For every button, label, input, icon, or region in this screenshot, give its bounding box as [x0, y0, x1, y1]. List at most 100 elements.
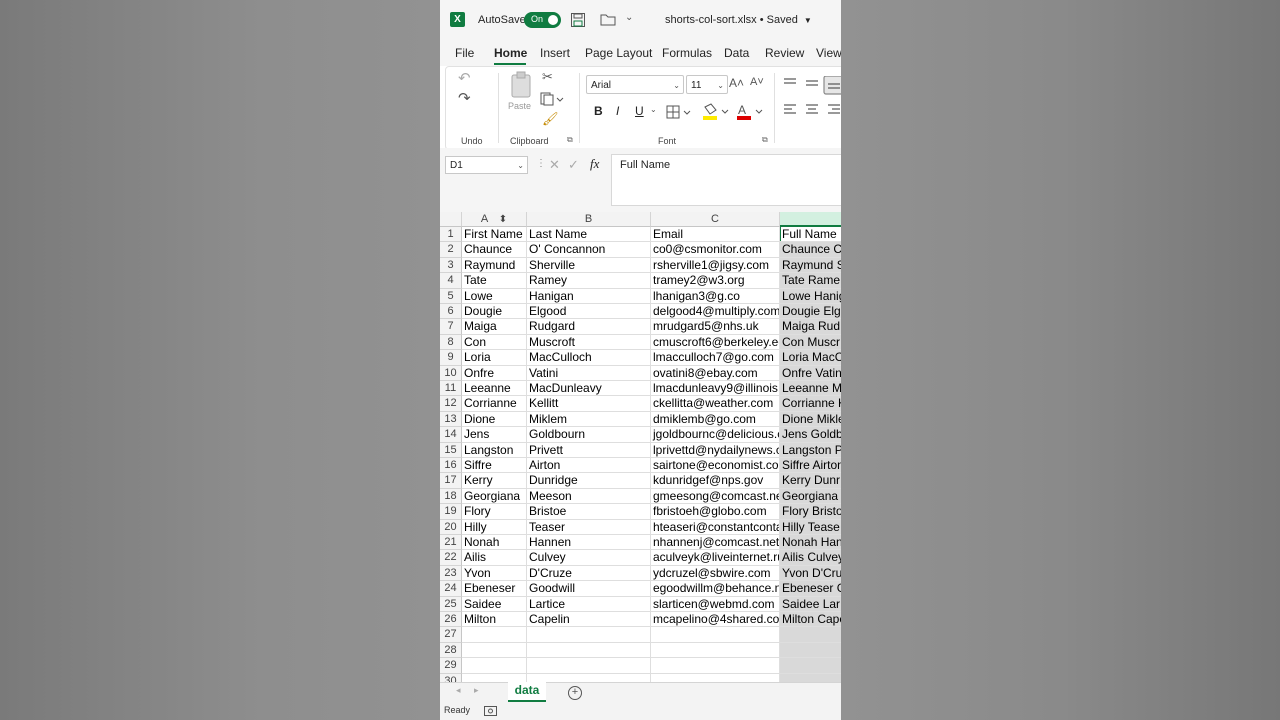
font-name-select[interactable]: Arial ⌄: [586, 75, 684, 94]
cell[interactable]: Last Name: [527, 227, 651, 243]
cell[interactable]: Onfre: [462, 365, 527, 381]
cell[interactable]: [462, 658, 527, 674]
cell[interactable]: Ramey: [527, 273, 651, 289]
cell[interactable]: Siffre Airton: [780, 458, 841, 474]
cell[interactable]: MacCulloch: [527, 350, 651, 366]
cell[interactable]: mcapelino@4shared.com: [651, 612, 780, 628]
save-icon[interactable]: [570, 12, 586, 28]
row-header[interactable]: 5: [440, 288, 462, 304]
chevron-down-icon[interactable]: ⌄: [650, 105, 657, 114]
more-icon[interactable]: ⋮: [536, 158, 546, 169]
redo-icon[interactable]: ↷: [458, 89, 471, 107]
cell[interactable]: Corrianne K: [780, 396, 841, 412]
cell[interactable]: Teaser: [527, 519, 651, 535]
cell[interactable]: Hilly: [462, 519, 527, 535]
cell[interactable]: rsherville1@jigsy.com: [651, 257, 780, 274]
cell[interactable]: Jens: [462, 427, 527, 443]
row-header[interactable]: 13: [440, 411, 462, 428]
tab-view[interactable]: View: [816, 46, 841, 60]
cell[interactable]: [527, 673, 651, 682]
cell[interactable]: Tate Rame: [780, 273, 841, 289]
cell[interactable]: Culvey: [527, 550, 651, 566]
row-header[interactable]: 18: [440, 488, 462, 505]
cell[interactable]: Lartice: [527, 596, 651, 612]
tab-file[interactable]: File: [455, 46, 474, 60]
cell[interactable]: Full Name: [780, 227, 841, 243]
cell[interactable]: Bristoe: [527, 504, 651, 520]
cell[interactable]: sairtone@economist.com: [651, 458, 780, 474]
next-sheet-icon[interactable]: ▸: [474, 685, 479, 696]
cell[interactable]: nhannenj@comcast.net: [651, 535, 780, 551]
cell[interactable]: tramey2@w3.org: [651, 273, 780, 289]
italic-button[interactable]: I: [616, 104, 619, 118]
cell[interactable]: Chaunce C: [780, 242, 841, 258]
tab-page-layout[interactable]: Page Layout: [585, 46, 652, 60]
tab-formulas[interactable]: Formulas: [662, 46, 712, 60]
tab-home[interactable]: Home: [494, 46, 527, 60]
formula-input[interactable]: Full Name: [611, 154, 841, 206]
bold-button[interactable]: B: [594, 104, 603, 118]
enter-icon[interactable]: ✓: [568, 157, 579, 173]
cell[interactable]: [780, 642, 841, 659]
cell[interactable]: Kerry: [462, 473, 527, 489]
cell[interactable]: Flory: [462, 504, 527, 520]
tab-insert[interactable]: Insert: [540, 46, 570, 60]
cell[interactable]: gmeesong@comcast.net: [651, 488, 780, 505]
cell[interactable]: egoodwillm@behance.ne: [651, 581, 780, 597]
font-color-icon[interactable]: A: [736, 103, 764, 121]
dialog-launcher-icon[interactable]: ⧉: [762, 135, 768, 145]
cell[interactable]: [651, 642, 780, 659]
cell[interactable]: [651, 673, 780, 682]
row-header[interactable]: 22: [440, 550, 462, 566]
row-header[interactable]: 14: [440, 427, 462, 443]
cell[interactable]: Dougie Elg: [780, 304, 841, 320]
cell[interactable]: Lowe Hanig: [780, 288, 841, 304]
decrease-font-icon[interactable]: A˅: [750, 76, 764, 88]
insert-function-button[interactable]: fx: [590, 156, 599, 172]
cell[interactable]: Langston P: [780, 442, 841, 458]
cell[interactable]: Goodwill: [527, 581, 651, 597]
open-folder-icon[interactable]: [600, 12, 616, 26]
tab-review[interactable]: Review: [765, 46, 804, 60]
cell[interactable]: Loria MacC: [780, 350, 841, 366]
cell[interactable]: cmuscroft6@berkeley.ed: [651, 334, 780, 351]
cell[interactable]: Raymund S: [780, 257, 841, 274]
row-header[interactable]: 12: [440, 396, 462, 412]
cell[interactable]: Nonah Han: [780, 535, 841, 551]
autosave-toggle[interactable]: On: [524, 12, 561, 28]
row-header[interactable]: 2: [440, 242, 462, 258]
row-header[interactable]: 6: [440, 304, 462, 320]
cell[interactable]: Vatini: [527, 365, 651, 381]
tab-data[interactable]: Data: [724, 46, 749, 60]
cell[interactable]: Miklem: [527, 411, 651, 428]
font-size-select[interactable]: 11 ⌄: [686, 75, 728, 94]
alignment-icons[interactable]: [782, 76, 841, 128]
cell[interactable]: [780, 627, 841, 643]
dialog-launcher-icon[interactable]: ⧉: [567, 135, 573, 145]
row-header[interactable]: 17: [440, 473, 462, 489]
cell[interactable]: Siffre: [462, 458, 527, 474]
cell[interactable]: fbristoeh@globo.com: [651, 504, 780, 520]
cell[interactable]: Saidee Lar: [780, 596, 841, 612]
cell[interactable]: Georgiana: [462, 488, 527, 505]
customize-qat-icon[interactable]: ⌄: [625, 12, 633, 23]
cell[interactable]: Tate: [462, 273, 527, 289]
file-name[interactable]: shorts-col-sort.xlsx • Saved ▼: [665, 14, 812, 26]
row-header[interactable]: 19: [440, 504, 462, 520]
cell[interactable]: aculveyk@liveinternet.ru: [651, 550, 780, 566]
borders-icon[interactable]: [666, 105, 692, 119]
increase-font-icon[interactable]: A˄: [729, 76, 744, 90]
cell[interactable]: Sherville: [527, 257, 651, 274]
cell[interactable]: Airton: [527, 458, 651, 474]
spreadsheet-grid[interactable]: A ⬍ B C 1 First Name Last Name Email Full Na…: [440, 212, 841, 682]
cell[interactable]: Ailis Culvey: [780, 550, 841, 566]
name-box[interactable]: D1 ⌄: [445, 156, 528, 174]
cell[interactable]: Langston: [462, 442, 527, 458]
add-sheet-icon[interactable]: +: [568, 686, 582, 700]
row-header[interactable]: 11: [440, 381, 462, 397]
cell[interactable]: O' Concannon: [527, 242, 651, 258]
select-all-corner[interactable]: [440, 212, 462, 227]
cell[interactable]: Jens Goldb: [780, 427, 841, 443]
cell[interactable]: [527, 642, 651, 659]
cell[interactable]: ckellitta@weather.com: [651, 396, 780, 412]
